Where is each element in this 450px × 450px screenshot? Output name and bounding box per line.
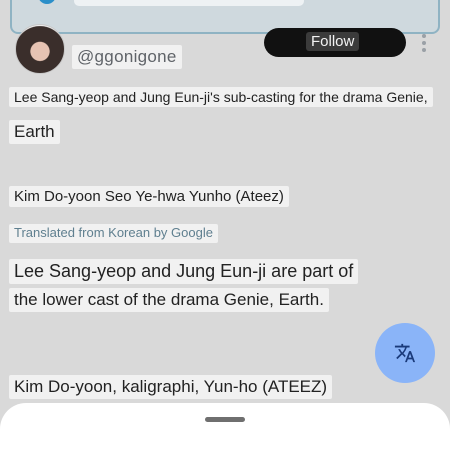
translation-line-1: Lee Sang-yeop and Jung Eun-ji are part o…	[9, 259, 359, 284]
app-icon	[38, 0, 56, 4]
translated-from-link[interactable]: Translated from Korean by Google	[9, 224, 218, 243]
translate-button[interactable]	[375, 323, 435, 383]
follow-button[interactable]: Follow	[264, 28, 406, 57]
post-original-line-3: Kim Do-yoon Seo Ye-hwa Yunho (Ateez)	[9, 186, 289, 208]
post-original-line-2: Earth	[9, 120, 60, 144]
translation-line-3: Kim Do-yoon, kaligraphi, Yun-ho (ATEEZ)	[9, 375, 333, 399]
user-handle[interactable]: @ggonigone	[72, 45, 182, 69]
drag-handle[interactable]	[205, 417, 245, 422]
translation-line-2: the lower cast of the drama Genie, Earth…	[9, 288, 329, 312]
screen: @ggonigone Follow Lee Sang-yeop and Jung…	[0, 0, 450, 450]
post-original-line-1: Lee Sang-yeop and Jung Eun-ji's sub-cast…	[9, 87, 433, 108]
translate-icon	[394, 343, 416, 363]
search-field[interactable]	[74, 0, 304, 6]
more-vert-icon[interactable]	[421, 34, 427, 52]
avatar[interactable]	[15, 24, 65, 74]
follow-button-label: Follow	[306, 32, 360, 51]
bottom-sheet[interactable]	[0, 403, 450, 450]
